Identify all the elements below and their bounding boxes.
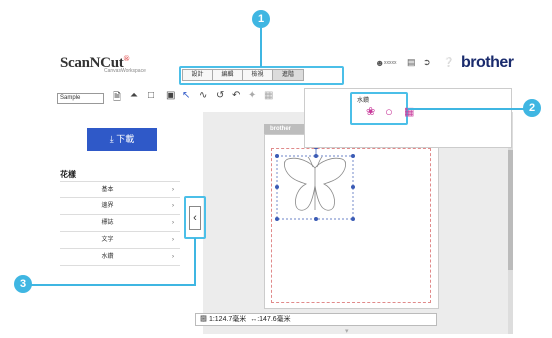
tabs-highlight [179,66,344,85]
chevron-right-icon: › [172,187,174,193]
import-icon[interactable]: □ [148,90,154,101]
chevron-down-icon[interactable]: ▾ [345,327,349,335]
callout-line-3b [30,284,196,286]
draw-line-icon[interactable]: ∿ [199,90,207,101]
butterfly-outline [284,156,346,211]
size-status-bar: ▩ 1:124.7毫米 ↔:147.6毫米 [195,313,437,326]
category-label: 基本 [101,187,114,193]
download-label: 下載 [116,134,135,144]
callout-line-3a [194,238,196,286]
chevron-right-icon: › [172,220,174,226]
callout-badge-2: 2 [523,99,541,117]
curve-icon[interactable]: ↺ [216,90,224,101]
category-rhinestone[interactable]: 水鑽 › [60,249,180,266]
callout-line-2 [408,108,524,110]
chevron-right-icon: › [172,203,174,209]
brand-logo: brother [461,54,514,71]
rhinestone-panel-label: 水鑽 [357,98,370,104]
rhinestone-circle-icon[interactable]: ○ [385,104,393,119]
save-icon[interactable]: ⏶ [130,90,138,101]
butterfly-pattern[interactable] [270,140,370,230]
chevron-right-icon: › [172,254,174,260]
category-border[interactable]: 邊界 › [60,198,180,215]
rhinestone-grid-icon[interactable]: ▦ [404,105,414,118]
filename-field[interactable]: Sample [57,93,104,104]
chevron-right-icon: › [172,237,174,243]
user-name: xxxxx [384,60,397,66]
tool-panel [304,88,512,148]
height-readout: 1:124.7毫米 [208,316,247,323]
category-label: 標誌 [101,220,114,226]
help-icon[interactable]: ❔ [443,57,454,68]
download-button[interactable]: ⤓ 下載 [87,128,157,151]
undo-icon[interactable]: ↶ [232,90,240,101]
scrollbar-thumb[interactable] [508,150,513,270]
callout-badge-1: 1 [252,10,270,28]
inbox-icon[interactable]: ▤ [407,57,416,68]
callout-badge-3: 3 [14,275,32,293]
callout-line-1 [260,28,262,67]
image-icon[interactable]: ▣ [166,90,175,101]
logout-icon[interactable]: ➲ [423,57,431,68]
grid-icon[interactable]: ▦ [264,90,273,101]
category-label: 文字 [101,237,114,243]
category-symbol[interactable]: 標誌 › [60,215,180,232]
category-title: 花樣 [60,170,76,179]
new-file-icon[interactable]: 🗎 [113,90,121,107]
category-basic[interactable]: 基本 › [60,181,180,198]
rhinestone-select-icon[interactable]: ❀ [366,105,375,118]
category-label: 邊界 [101,203,114,209]
width-readout: ↔:147.6毫米 [250,316,291,323]
logo-reg: ® [123,54,130,63]
fit-size-icon[interactable]: ▩ [200,316,209,323]
logo-subtitle: CanvasWorkspace [104,68,146,74]
select-arrow-icon[interactable]: ↖ [182,90,190,101]
category-label: 水鑽 [101,254,114,260]
node-icon[interactable]: ✦ [248,90,256,101]
collapse-highlight [184,196,206,239]
category-text[interactable]: 文字 › [60,232,180,249]
